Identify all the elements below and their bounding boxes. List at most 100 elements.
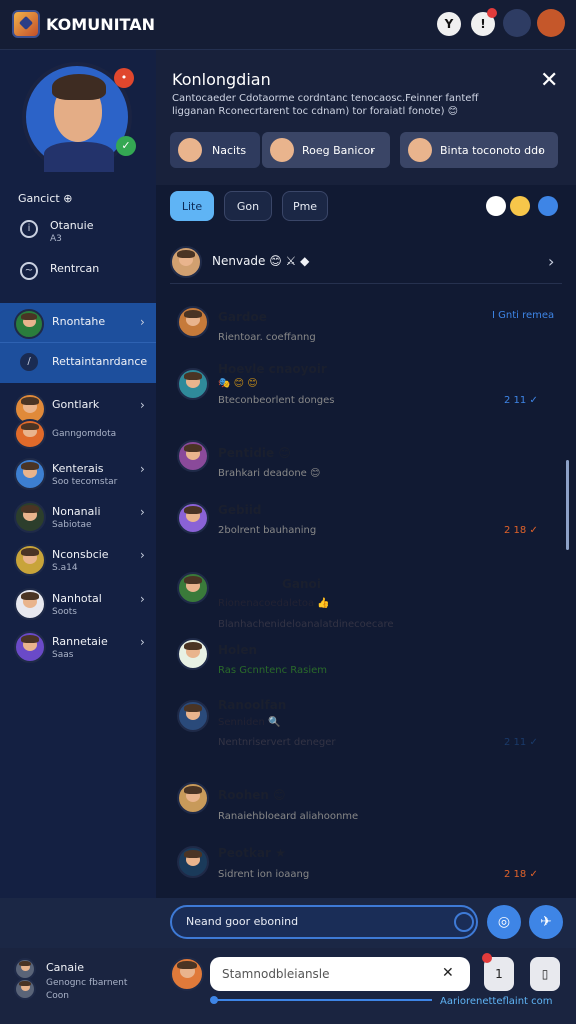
message-time: 2 11 ✓ (504, 395, 538, 406)
contact-sub: Sabiotae (52, 520, 92, 530)
message-text: Blanhachenideloanalatdinecoecare (218, 619, 394, 630)
sidebar-item-label[interactable]: Rentrcan (50, 262, 99, 275)
sender-name: Ganoi (282, 577, 321, 591)
message-text: Nentnriservert deneger (218, 737, 336, 748)
avatar (14, 501, 46, 533)
conversation-title: Nenvade 😊 ⚔ ◆ (212, 254, 310, 268)
message-time: 2 18 ✓ (504, 869, 538, 880)
conversation-header[interactable]: Nenvade 😊 ⚔ ◆ › (170, 244, 562, 284)
chevron-right-icon: › (548, 252, 555, 271)
close-icon[interactable]: ✕ (540, 68, 558, 93)
chevron-right-icon: › (140, 505, 145, 519)
sender-name: Roohen 😊 (218, 788, 286, 802)
message-time: 2 18 ✓ (504, 525, 538, 536)
sender-name: Hoevle cnaoyoir (218, 362, 327, 376)
emoji-icon[interactable] (510, 196, 530, 216)
chevron-right-icon: › (140, 462, 145, 476)
tab-live[interactable]: Lite (170, 191, 214, 221)
contact-name[interactable]: Nanhotal (52, 592, 102, 605)
avatar (14, 588, 46, 620)
member-pill[interactable]: Roeg Banicor › (262, 132, 390, 168)
avatar (14, 958, 36, 980)
card-tag: I Gnti remea (492, 310, 555, 321)
message-text: Rientoar. coeffanng (218, 332, 316, 343)
chevron-right-icon: › (140, 548, 145, 562)
avatar (177, 306, 209, 338)
avatar (14, 419, 46, 449)
options-button[interactable]: ▯ (530, 957, 560, 991)
avatar (177, 700, 209, 732)
contact-sub: Soots (52, 607, 77, 617)
avatar (177, 368, 209, 400)
message-time: 2 11 ✓ (504, 737, 538, 748)
message-text: 2bolrent bauhaning (218, 525, 317, 536)
avatar (14, 631, 46, 663)
member-pill[interactable]: Nacits (170, 132, 260, 168)
top-bar: KOMUNITAN Y ! (0, 0, 576, 50)
add-icon[interactable] (538, 196, 558, 216)
chevron-right-icon: › (538, 144, 543, 157)
chevron-right-icon: › (370, 144, 375, 157)
notification-button[interactable]: 1 (482, 953, 514, 991)
record-icon[interactable] (486, 196, 506, 216)
avatar (14, 458, 46, 490)
notification-icon[interactable]: Y (437, 12, 461, 36)
alert-icon[interactable]: ! (471, 8, 497, 36)
search-icon[interactable] (454, 912, 474, 932)
contact-name[interactable]: Kenterais (52, 462, 104, 475)
contact-name[interactable]: Nconsbcie (52, 548, 109, 561)
contact-name[interactable]: Gontlark (52, 398, 99, 411)
avatar (270, 138, 294, 162)
tab-gon[interactable]: Gon (224, 191, 272, 221)
footer-sub: Coon (46, 991, 70, 1001)
contact-name[interactable]: Nonanali (52, 505, 101, 518)
sender-name: Gebiid (218, 503, 262, 517)
send-button[interactable]: ✈ (529, 905, 563, 939)
footer-title: Canaie (46, 961, 84, 974)
avatar (14, 309, 44, 339)
alert-badge (487, 8, 497, 18)
sidebar-item-label[interactable]: Rettaintanrdance (52, 355, 147, 368)
message-text: Ranaiehbloeard aliahoonme (218, 811, 359, 822)
contact-name[interactable]: Rannetaie (52, 635, 108, 648)
contact-sub: Saas (52, 650, 74, 660)
clear-icon[interactable]: ✕ (442, 965, 454, 981)
sidebar-item-sub: A3 (50, 234, 62, 244)
sidebar-item-label[interactable]: Otanuie (50, 219, 93, 232)
channel-description: Cantocaeder Cdotaorme cordntanc tenocaos… (172, 93, 479, 117)
sender-name: Holen (218, 643, 258, 657)
contact-sub: S.a14 (52, 563, 78, 573)
avatar (170, 957, 204, 991)
message-text: Bteconbeorlent donges (218, 395, 335, 406)
contact-sub: Soo tecomstar (52, 477, 118, 487)
search-input[interactable]: Neand goor ebonind (170, 905, 478, 939)
sidebar-item-label: Rnontahe (52, 315, 106, 328)
chevron-right-icon: › (140, 315, 145, 329)
user-avatar[interactable] (537, 9, 565, 37)
avatar (14, 978, 36, 1000)
avatar (177, 440, 209, 472)
avatar (14, 544, 46, 576)
sender-name: Ranoolfan (218, 698, 287, 712)
contact-sub: Ganngomdota (52, 429, 117, 439)
group-icon[interactable] (503, 9, 531, 37)
emoji-line: 🎭 😊 😊 (218, 378, 258, 389)
notification-badge (482, 953, 492, 963)
footer-sub: Genognc fbarnent (46, 978, 128, 988)
attach-button[interactable]: ◎ (487, 905, 521, 939)
avatar (177, 502, 209, 534)
message-text: Rionenacoedaletoa 👍 (218, 598, 330, 609)
app-logo (12, 10, 40, 38)
status-badge: • (114, 68, 134, 88)
scrollbar[interactable] (566, 460, 569, 550)
channel-title: Konlongdian (172, 70, 271, 89)
member-pill[interactable]: Binta toconoto ddo › (400, 132, 558, 168)
avatar (177, 846, 209, 878)
chevron-right-icon: › (140, 635, 145, 649)
divider (0, 342, 156, 343)
message-text: Ras Gcnntenc Rasiem (218, 665, 327, 676)
message-input[interactable]: Stamnodbleiansle (210, 957, 470, 991)
progress-label: Aariorenetteflaint com (440, 996, 553, 1007)
tab-pme[interactable]: Pme (282, 191, 328, 221)
message-text: Brahkari deadone 😊 (218, 468, 321, 479)
